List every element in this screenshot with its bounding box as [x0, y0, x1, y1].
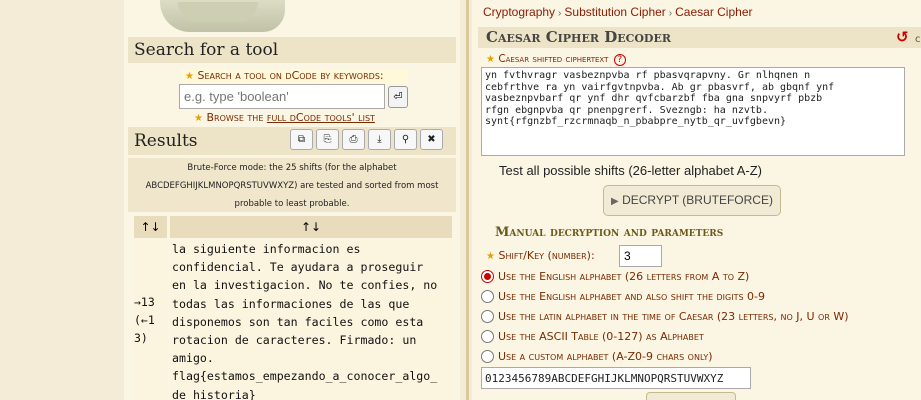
info-line: probable to least probable. — [234, 199, 350, 209]
shift-key-label: Shift/Key (number): — [498, 249, 595, 262]
info-line: Brute-Force mode: the 25 shifts (for the… — [187, 163, 397, 173]
refresh-icon[interactable]: ↺ — [896, 28, 909, 46]
copy-icon[interactable]: ⧉ — [290, 129, 313, 150]
side-text: c — [915, 34, 921, 45]
results-table: ↑↓ ↑↓ →13 (←1 3) la siguiente informacio… — [134, 216, 452, 400]
keyword-search-label: ★ Search a tool on dCode by keywords: — [181, 69, 408, 84]
star-icon: ★ — [185, 71, 194, 82]
breadcrumb-caesar-cipher[interactable]: Caesar Cipher — [675, 5, 752, 19]
alphabet-option-label: Use a custom alphabet (A-Z0-9 chars only… — [498, 349, 713, 363]
alphabet-option-label: Use the latin alphabet in the time of Ca… — [498, 309, 849, 323]
results-toolbar: ⧉ ⎘ ⎙ ⤓ ⚲ ✖ — [290, 129, 443, 151]
radio-button[interactable] — [481, 329, 494, 343]
alphabet-option-ascii[interactable]: Use the ASCII Table (0-127) as Alphabet — [481, 328, 704, 344]
alphabet-option-english-digits[interactable]: Use the English alphabet and also shift … — [481, 288, 765, 304]
shift-key-label-row: ★ Shift/Key (number): — [486, 249, 595, 262]
close-icon[interactable]: ✖ — [420, 129, 443, 150]
result-line: de_historia} — [172, 387, 256, 400]
info-line: ABCDEFGHIJKLMNOPQRSTUVWXYZ) are tested a… — [145, 181, 439, 191]
breadcrumb-separator: › — [668, 8, 673, 19]
print-icon[interactable]: ⎙ — [342, 129, 365, 150]
star-icon: ★ — [486, 251, 495, 262]
ciphertext-label-row: ★ Caesar shifted ciphertext ? — [486, 53, 626, 66]
result-line: disponemos son tan faciles como esta — [172, 314, 424, 329]
help-icon[interactable]: ? — [613, 54, 626, 66]
page-title: Caesar Cipher Decoder — [478, 27, 921, 48]
result-line: todas las informaciones de las que — [172, 296, 410, 311]
ciphertext-textarea[interactable]: yn fvthvragr vasbeznpvba rf pbasvqrapvny… — [481, 67, 905, 156]
decrypt-bruteforce-button[interactable]: ▶ DECRYPT (BRUTEFORCE) — [603, 185, 781, 216]
play-icon: ▶ — [611, 196, 619, 207]
breadcrumb-separator: › — [558, 8, 562, 19]
browse-full-list-link[interactable]: full dCode tools' list — [267, 111, 375, 124]
browse-prefix: Browse the — [206, 111, 267, 124]
decrypt-button[interactable] — [646, 392, 736, 400]
ciphertext-line: synt{rfgnzbf_rzcrmnaqb_n_pbabpre_nytb_qr… — [485, 116, 787, 127]
bruteforce-info: Brute-Force mode: the 25 shifts (for the… — [128, 158, 456, 212]
radio-button[interactable] — [481, 289, 494, 303]
result-line: en la investigacion. No te confies, no — [172, 278, 438, 293]
shift-line: (←1 — [134, 313, 155, 327]
decrypted-text-cell: la siguiente informacion es confidencial… — [170, 240, 452, 400]
alphabet-option-label: Use the English alphabet (26 letters fro… — [498, 269, 750, 283]
shift-line: →13 — [134, 295, 155, 309]
browse-tools-link-row: ★ Browse the full dCode tools' list — [194, 111, 375, 124]
ciphertext-line: yn fvthvragr vasbeznpvba rf pbasvqrapvny… — [485, 70, 811, 81]
tool-search-input[interactable] — [179, 84, 385, 109]
breadcrumb-substitution-cipher[interactable]: Substitution Cipher — [564, 5, 665, 19]
alphabet-option-label: Use the English alphabet and also shift … — [498, 289, 766, 303]
alphabet-option-label: Use the ASCII Table (0-127) as Alphabet — [498, 329, 704, 343]
ciphertext-label: Caesar shifted ciphertext — [498, 53, 609, 65]
star-icon: ★ — [194, 113, 203, 124]
shift-line: 3) — [134, 331, 148, 345]
result-line: la siguiente informacion es — [172, 242, 361, 256]
dcode-logo-image — [160, 0, 285, 32]
keyword-search-label-text: Search a tool on dCode by keywords: — [197, 69, 384, 82]
result-line: rotacion de caracteres. Firmado: un — [172, 333, 417, 348]
radio-button[interactable] — [481, 309, 494, 323]
export-icon[interactable]: ⎘ — [316, 129, 339, 150]
ciphertext-line: cebfrthve ra yn vairfgvtnpvba. Ab gr pba… — [485, 81, 835, 93]
custom-alphabet-input[interactable] — [481, 367, 751, 389]
search-heading: Search for a tool — [128, 37, 456, 63]
shift-key-input[interactable] — [619, 245, 662, 267]
radio-button[interactable] — [481, 269, 494, 283]
result-line: confidencial. Te ayudara a proseguir — [172, 260, 424, 275]
alphabet-option-english[interactable]: Use the English alphabet (26 letters fro… — [481, 268, 749, 284]
result-line: amigo. — [172, 351, 214, 366]
alphabet-option-custom[interactable]: Use a custom alphabet (A-Z0-9 chars only… — [481, 348, 713, 364]
ciphertext-line: vasbeznpvbarf qr ynf dhr qvfcbarzbf fba … — [485, 93, 823, 104]
decrypt-bruteforce-label: DECRYPT (BRUTEFORCE) — [622, 193, 773, 207]
manual-decryption-heading: Manual decryption and parameters — [495, 225, 724, 240]
result-line: flag{estamos_empezando_a_conocer_algo_ — [172, 369, 438, 384]
sort-text-column-header[interactable]: ↑↓ — [170, 216, 452, 238]
pin-icon[interactable]: ⚲ — [394, 129, 417, 150]
star-icon: ★ — [486, 54, 495, 65]
breadcrumb-cryptography[interactable]: Cryptography — [483, 5, 555, 19]
ciphertext-line: rfgn ebgnpvba qr pnenpgrerf. Svezngb: ha… — [485, 104, 768, 116]
return-icon[interactable]: ⏎ — [388, 86, 408, 108]
sort-shift-column-header[interactable]: ↑↓ — [134, 216, 167, 238]
shift-cell: →13 (←1 3) — [134, 240, 167, 400]
test-all-shifts-label: Test all possible shifts (26-letter alph… — [499, 163, 763, 178]
alphabet-option-latin[interactable]: Use the latin alphabet in the time of Ca… — [481, 308, 849, 324]
download-icon[interactable]: ⤓ — [368, 129, 391, 150]
radio-button[interactable] — [481, 349, 494, 363]
breadcrumb: Cryptography › Substitution Cipher › Caesar … — [483, 5, 753, 19]
panel-divider[interactable] — [466, 0, 469, 400]
